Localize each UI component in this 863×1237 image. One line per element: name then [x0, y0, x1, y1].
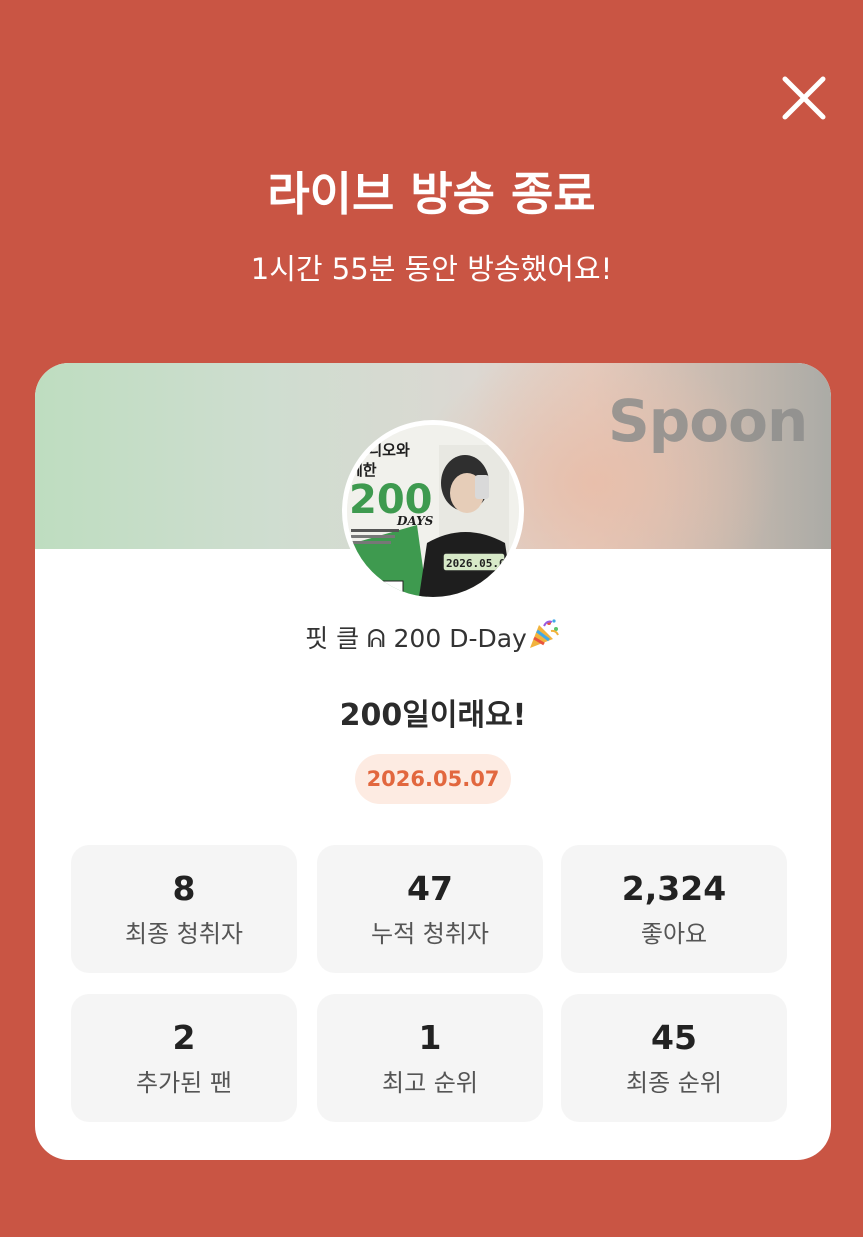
date-badge: 2026.05.07	[355, 754, 511, 804]
stat-label: 누적 청취자	[370, 920, 490, 948]
stat-value: 47	[407, 869, 453, 908]
stat-value: 45	[651, 1018, 697, 1057]
avatar[interactable]: 2026.05.08 Ⅰ라디오와 께한 200 DAYS	[342, 420, 524, 602]
stat-final-rank: 45 최종 순위	[561, 994, 787, 1122]
avatar-caption-line1: Ⅰ라디오와	[349, 441, 410, 459]
broadcast-duration: 1시간 55분 동안 방송했어요!	[250, 252, 613, 286]
stat-final-listeners: 8 최종 청취자	[71, 845, 297, 973]
spoon-logo: Spoon	[608, 387, 808, 455]
stat-value: 2	[172, 1018, 196, 1057]
stat-label: 최고 순위	[382, 1069, 478, 1097]
broadcast-summary-card: Spoon 2026.05.08 Ⅰ라디오와 께한 200 DAYS 핏 클 ᕱ…	[35, 363, 831, 1160]
stat-value: 1	[418, 1018, 442, 1057]
live-title: 200일이래요!	[339, 698, 527, 733]
stat-value: 2,324	[621, 869, 727, 908]
stat-new-fans: 2 추가된 팬	[71, 994, 297, 1122]
close-button[interactable]	[772, 66, 836, 130]
avatar-date-text: 2026.05.08	[446, 557, 512, 570]
avatar-days-text: DAYS	[396, 514, 434, 528]
close-icon	[782, 76, 826, 120]
stat-label: 최종 청취자	[124, 920, 244, 948]
stat-value: 8	[172, 869, 196, 908]
page-title: 라이브 방송 종료	[267, 167, 596, 221]
stat-best-rank: 1 최고 순위	[317, 994, 543, 1122]
party-popper-icon	[529, 619, 559, 648]
avatar-image: 2026.05.08 Ⅰ라디오와 께한 200 DAYS	[347, 425, 519, 597]
stat-label: 좋아요	[640, 920, 708, 948]
stat-label: 추가된 팬	[136, 1069, 232, 1097]
dj-nickname: 핏 클 ᕱ 200 D-Day	[35, 617, 831, 655]
live-ended-screen: 라이브 방송 종료 1시간 55분 동안 방송했어요! Spoon 2026.0…	[0, 0, 863, 1237]
dj-nickname-text: 핏 클 ᕱ 200 D-Day	[305, 624, 527, 653]
stat-label: 최종 순위	[626, 1069, 722, 1097]
stat-total-listeners: 47 누적 청취자	[317, 845, 543, 973]
stat-likes: 2,324 좋아요	[561, 845, 787, 973]
